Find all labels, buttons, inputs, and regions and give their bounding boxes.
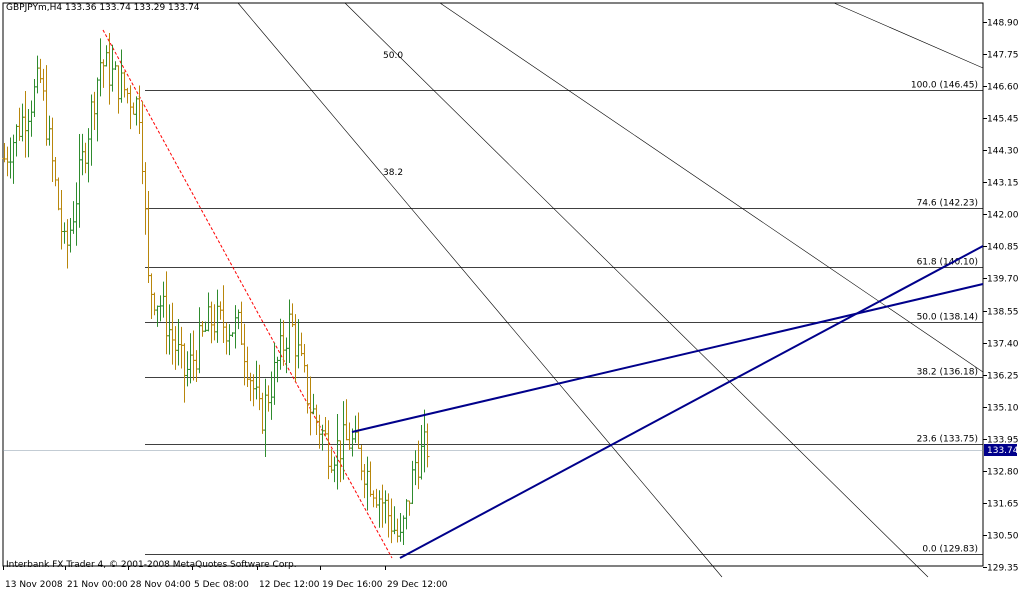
y-tick-label: 140.85 [987,243,1018,253]
current-price-label: 133.74 [987,446,1018,456]
y-tick-label: 132.80 [987,468,1018,478]
y-tick-label: 144.30 [987,147,1018,157]
symbol-label: GBPJPYm,H4 [6,3,63,13]
plot-frame [2,2,984,567]
y-tick-label: 135.10 [987,404,1018,414]
fib-level-label: 100.0 (146.45) [911,81,978,91]
y-tick-label: 130.50 [987,532,1018,542]
y-tick-label: 129.35 [987,564,1018,574]
y-tick-label: 139.70 [987,275,1018,285]
fan-label: 38.2 [383,168,403,178]
copyright-text: Interbank FX Trader 4, © 2001-2008 MetaQ… [6,560,297,570]
x-tick-label: 12 Dec 12:00 [259,580,320,590]
price-chart[interactable]: 100.0 (146.45)74.6 (142.23)61.8 (140.10)… [0,0,1018,592]
x-tick-label: 28 Nov 04:00 [130,580,191,590]
ohlc-values: 133.36 133.74 133.29 133.74 [64,3,200,13]
y-tick-label: 143.15 [987,179,1018,189]
chart-header: GBPJPYm,H4 133.36 133.74 133.29 133.74 [6,3,200,13]
fib-level-label: 74.6 (142.23) [917,199,978,209]
x-tick-label: 29 Dec 12:00 [387,580,448,590]
x-tick-label: 21 Nov 00:00 [67,580,128,590]
fib-level-label: 23.6 (133.75) [917,435,978,445]
y-tick-label: 137.40 [987,340,1018,350]
fib-level-label: 38.2 (136.18) [917,368,978,378]
fib-level-label: 0.0 (129.83) [922,545,978,555]
y-tick-label: 142.00 [987,211,1018,221]
y-tick-label: 148.90 [987,19,1018,29]
x-tick-label: 19 Dec 16:00 [322,580,383,590]
y-tick-label: 131.65 [987,500,1018,510]
y-tick-label: 136.25 [987,372,1018,382]
x-tick-label: 13 Nov 2008 [5,580,63,590]
x-tick-label: 5 Dec 08:00 [194,580,249,590]
y-tick-label: 145.45 [987,115,1018,125]
fib-level-label: 50.0 (138.14) [917,313,978,323]
chart-area[interactable]: 100.0 (146.45) 74.6 (142.23) 61.8 (140.10)… [0,0,1018,592]
y-tick-label: 147.75 [987,51,1018,61]
fan-label: 50.0 [383,51,403,61]
y-tick-label: 146.60 [987,83,1018,93]
y-tick-label: 138.55 [987,308,1018,318]
